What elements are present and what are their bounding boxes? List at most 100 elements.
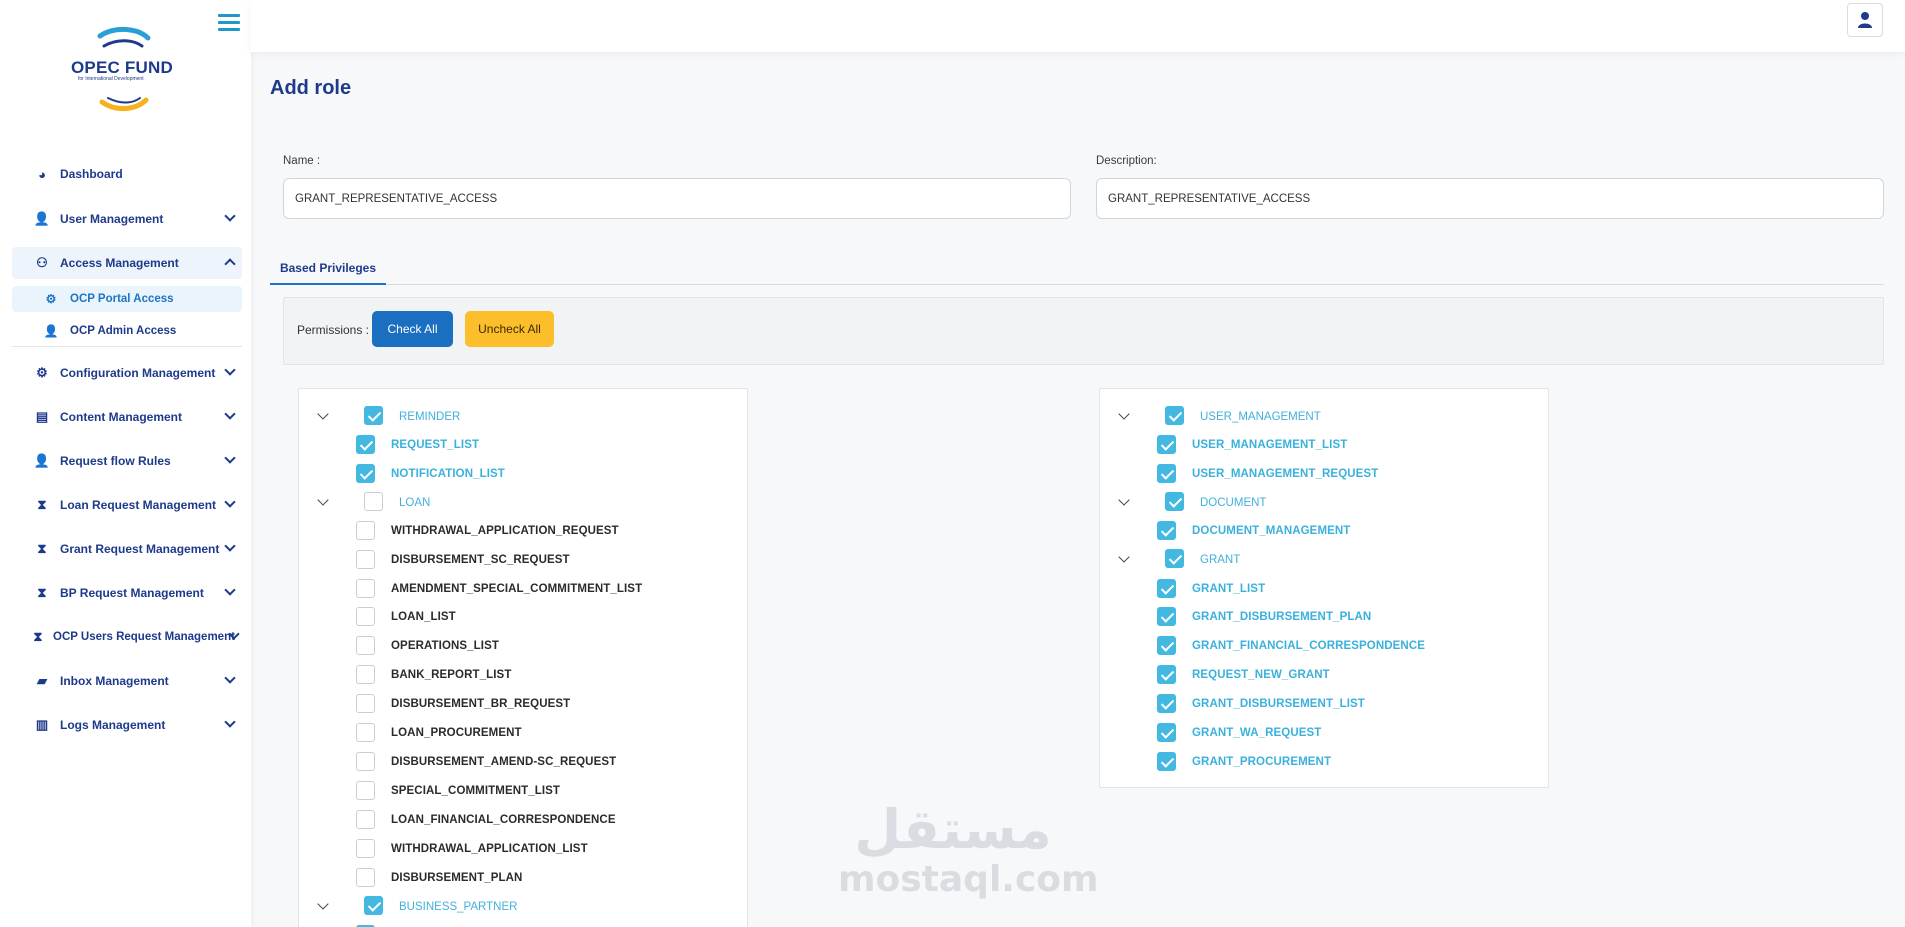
tree-leaf[interactable]: GRANT_PROCUREMENT xyxy=(1157,752,1537,772)
tree-node-user-management[interactable]: USER_MANAGEMENT xyxy=(1118,406,1520,427)
sidebar: OPEC FUND for International Development … xyxy=(0,0,251,927)
checkbox[interactable] xyxy=(356,464,375,483)
checkbox[interactable] xyxy=(364,406,383,425)
checkbox[interactable] xyxy=(1157,752,1176,771)
tree-leaf[interactable]: LOAN_PROCUREMENT xyxy=(356,723,736,743)
tree-leaf[interactable]: GRANT_DISBURSEMENT_LIST xyxy=(1157,694,1537,714)
tree-leaf[interactable]: LOAN_FINANCIAL_CORRESPONDENCE xyxy=(356,810,736,830)
tree-node-business-partner[interactable]: BUSINESS_PARTNER xyxy=(317,896,719,917)
sidebar-item-inbox-management[interactable]: ▰ Inbox Management xyxy=(12,665,242,697)
sidebar-item-loan-request-management[interactable]: ⧗ Loan Request Management xyxy=(12,489,242,521)
checkbox[interactable] xyxy=(1165,492,1184,511)
name-field[interactable]: GRANT_REPRESENTATIVE_ACCESS xyxy=(283,178,1071,219)
hourglass-icon: ⧗ xyxy=(37,541,47,556)
checkbox[interactable] xyxy=(356,435,375,454)
tree-leaf[interactable]: AMENDMENT_SPECIAL_COMMITMENT_LIST xyxy=(356,579,736,599)
tree-leaf[interactable]: GRANT_DISBURSEMENT_PLAN xyxy=(1157,607,1537,627)
checkbox[interactable] xyxy=(356,550,375,569)
tree-leaf[interactable]: OPERATIONS_LIST xyxy=(356,636,736,656)
sidebar-item-access-management[interactable]: ⚇ Access Management xyxy=(12,247,242,279)
tree-leaf[interactable]: WITHDRAWAL_APPLICATION_REQUEST xyxy=(356,521,736,541)
tree-leaf[interactable]: WITHDRAWAL_APPLICATION_LIST xyxy=(356,839,736,859)
tree-leaf-label: GRANT_WA_REQUEST xyxy=(1192,727,1322,739)
checkbox[interactable] xyxy=(356,752,375,771)
tree-leaf[interactable]: USER_MANAGEMENT_LIST xyxy=(1157,435,1537,455)
checkbox[interactable] xyxy=(364,492,383,511)
sidebar-item-ocp-users-request-management[interactable]: ⧗ OCP Users Request Management xyxy=(12,621,242,653)
chevron-down-icon[interactable] xyxy=(1118,494,1130,506)
tree-leaf[interactable]: BANK_REPORT_LIST xyxy=(356,665,736,685)
tree-leaf[interactable]: SPECIAL_COMMITMENT_LIST xyxy=(356,781,736,801)
tree-leaf[interactable]: USER_MANAGEMENT_REQUEST xyxy=(1157,464,1537,484)
checkbox[interactable] xyxy=(1157,694,1176,713)
description-field[interactable]: GRANT_REPRESENTATIVE_ACCESS xyxy=(1096,178,1884,219)
tree-leaf-request-list[interactable]: REQUEST_LIST xyxy=(356,435,716,455)
tree-leaf[interactable]: LOAN_LIST xyxy=(356,607,736,627)
checkbox[interactable] xyxy=(1157,607,1176,626)
permissions-tree-left: REMINDER REQUEST_LIST NOTIFICATION_LIST … xyxy=(298,388,748,927)
checkbox[interactable] xyxy=(356,521,375,540)
checkbox[interactable] xyxy=(356,636,375,655)
checkbox[interactable] xyxy=(356,839,375,858)
checkbox[interactable] xyxy=(1157,435,1176,454)
checkbox[interactable] xyxy=(356,810,375,829)
checkbox[interactable] xyxy=(356,781,375,800)
checkbox[interactable] xyxy=(1157,636,1176,655)
tree-leaf[interactable]: DISBURSEMENT_SC_REQUEST xyxy=(356,550,736,570)
checkbox[interactable] xyxy=(356,665,375,684)
sidebar-subitem-ocp-portal-access[interactable]: ⚙ OCP Portal Access xyxy=(12,286,242,312)
chevron-down-icon[interactable] xyxy=(1118,408,1130,420)
user-menu-button[interactable] xyxy=(1847,3,1883,37)
brand-logo[interactable]: OPEC FUND for International Development xyxy=(60,18,180,118)
menu-toggle-icon[interactable] xyxy=(218,14,240,34)
tab-based-privileges[interactable]: Based Privileges xyxy=(270,252,386,285)
checkbox[interactable] xyxy=(1157,665,1176,684)
checkbox[interactable] xyxy=(364,896,383,915)
checkbox[interactable] xyxy=(356,579,375,598)
checkbox[interactable] xyxy=(356,694,375,713)
checkbox[interactable] xyxy=(1157,464,1176,483)
checkbox[interactable] xyxy=(1157,579,1176,598)
checkbox[interactable] xyxy=(1165,406,1184,425)
sidebar-item-dashboard[interactable]: ◕ Dashboard xyxy=(12,158,242,190)
tree-leaf[interactable]: DISBURSEMENT_BR_REQUEST xyxy=(356,694,736,714)
tree-node-grant[interactable]: GRANT xyxy=(1118,549,1520,570)
watermark-arabic: مستقل xyxy=(854,798,1052,861)
chevron-down-icon[interactable] xyxy=(1118,551,1130,563)
checkbox[interactable] xyxy=(1157,723,1176,742)
sidebar-item-grant-request-management[interactable]: ⧗ Grant Request Management xyxy=(12,533,242,565)
check-all-button[interactable]: Check All xyxy=(372,311,453,347)
checkbox[interactable] xyxy=(1165,549,1184,568)
tree-leaf[interactable]: DISBURSEMENT_PLAN xyxy=(356,868,736,888)
tree-leaf-notification-list[interactable]: NOTIFICATION_LIST xyxy=(356,464,716,484)
checkbox[interactable] xyxy=(1157,521,1176,540)
chevron-down-icon[interactable] xyxy=(317,494,329,506)
sidebar-item-logs-management[interactable]: ▥ Logs Management xyxy=(12,709,242,741)
sidebar-item-label: Dashboard xyxy=(60,167,123,181)
tree-node-reminder[interactable]: REMINDER xyxy=(317,406,719,427)
checkbox[interactable] xyxy=(356,723,375,742)
tree-node-document[interactable]: DOCUMENT xyxy=(1118,492,1520,513)
sidebar-item-user-management[interactable]: 👤 User Management xyxy=(12,203,242,235)
sidebar-item-request-flow-rules[interactable]: 👤 Request flow Rules xyxy=(12,445,242,477)
chevron-down-icon[interactable] xyxy=(317,898,329,910)
chevron-down-icon xyxy=(224,584,236,596)
sidebar-item-configuration-management[interactable]: ⚙ Configuration Management xyxy=(12,357,242,389)
chart-icon: ▥ xyxy=(35,717,49,732)
checkbox[interactable] xyxy=(356,868,375,887)
tree-leaf[interactable]: GRANT_WA_REQUEST xyxy=(1157,723,1537,743)
sidebar-item-content-management[interactable]: ▤ Content Management xyxy=(12,401,242,433)
sidebar-item-bp-request-management[interactable]: ⧗ BP Request Management xyxy=(12,577,242,609)
tree-leaf[interactable]: GRANT_FINANCIAL_CORRESPONDENCE xyxy=(1157,636,1537,656)
chevron-down-icon[interactable] xyxy=(317,408,329,420)
uncheck-all-button[interactable]: Uncheck All xyxy=(465,311,554,347)
tree-leaf-label: DISBURSEMENT_BR_REQUEST xyxy=(391,698,571,710)
sidebar-subitem-ocp-admin-access[interactable]: 👤 OCP Admin Access xyxy=(12,318,242,344)
tree-leaf[interactable]: GRANT_LIST xyxy=(1157,579,1537,599)
tree-leaf[interactable]: DOCUMENT_MANAGEMENT xyxy=(1157,521,1537,541)
tree-leaf[interactable]: REQUEST_NEW_GRANT xyxy=(1157,665,1537,685)
tree-leaf-label: SPECIAL_COMMITMENT_LIST xyxy=(391,785,561,797)
tree-node-loan[interactable]: LOAN xyxy=(317,492,719,513)
tree-leaf[interactable]: DISBURSEMENT_AMEND-SC_REQUEST xyxy=(356,752,736,772)
checkbox[interactable] xyxy=(356,607,375,626)
